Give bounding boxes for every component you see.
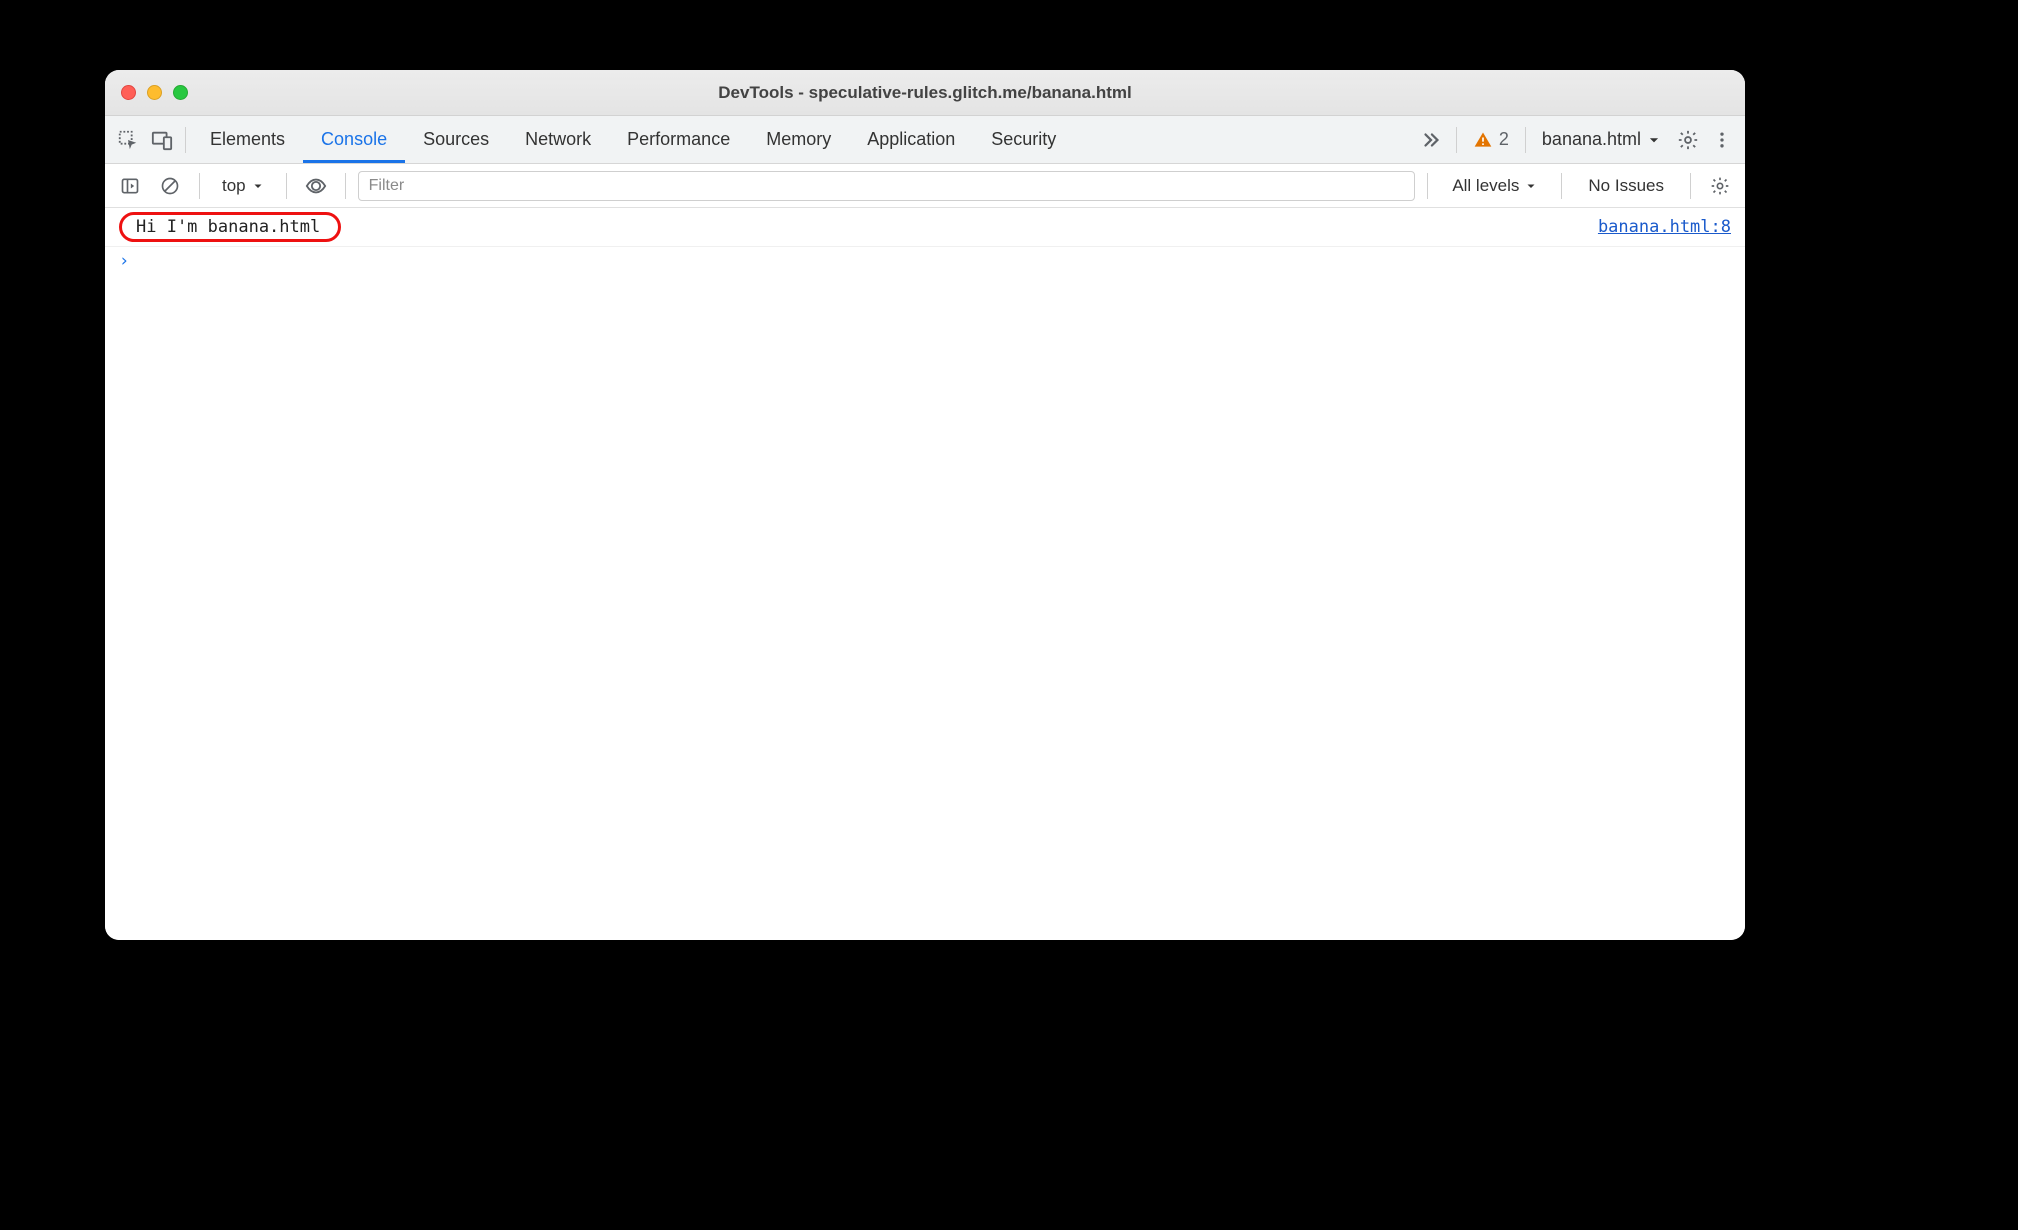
issues-label: No Issues [1588,176,1664,195]
divider [1456,127,1457,153]
chevron-down-icon [1525,180,1537,192]
tab-security[interactable]: Security [973,116,1074,163]
window-close-button[interactable] [121,85,136,100]
window-zoom-button[interactable] [173,85,188,100]
traffic-lights [121,85,188,100]
kebab-menu-icon[interactable] [1705,123,1739,157]
device-toolbar-icon[interactable] [145,123,179,157]
divider [1525,127,1526,153]
more-tabs-button[interactable] [1420,129,1442,151]
warning-count: 2 [1499,129,1509,150]
titlebar: DevTools - speculative-rules.glitch.me/b… [105,70,1745,116]
console-prompt[interactable]: › [105,247,1745,275]
devtools-window: DevTools - speculative-rules.glitch.me/b… [105,70,1745,940]
target-page-label: banana.html [1542,129,1641,150]
tab-label: Sources [423,129,489,150]
divider [286,173,287,199]
console-log-message: Hi I'm banana.html [119,212,341,242]
tab-application[interactable]: Application [849,116,973,163]
divider [345,173,346,199]
issues-indicator[interactable]: No Issues [1574,176,1678,196]
tab-label: Console [321,129,387,150]
log-levels-selector[interactable]: All levels [1440,176,1549,196]
window-minimize-button[interactable] [147,85,162,100]
console-log-source-link[interactable]: banana.html:8 [1598,217,1731,237]
filter-input[interactable] [358,171,1416,201]
chevron-down-icon [1647,133,1661,147]
divider [185,127,186,153]
levels-label: All levels [1452,176,1519,196]
live-expression-icon[interactable] [299,169,333,203]
divider [1690,173,1691,199]
prompt-chevron-icon: › [119,251,129,271]
tab-performance[interactable]: Performance [609,116,748,163]
tab-label: Application [867,129,955,150]
tab-elements[interactable]: Elements [192,116,303,163]
warnings-indicator[interactable]: 2 [1473,129,1509,150]
tab-console[interactable]: Console [303,116,405,163]
clear-console-icon[interactable] [153,169,187,203]
inspect-element-icon[interactable] [111,123,145,157]
toggle-sidebar-icon[interactable] [113,169,147,203]
console-toolbar: top All levels No Issues [105,164,1745,208]
tab-sources[interactable]: Sources [405,116,507,163]
divider [1561,173,1562,199]
tab-memory[interactable]: Memory [748,116,849,163]
chevron-down-icon [252,180,264,192]
tab-label: Elements [210,129,285,150]
context-label: top [222,176,246,196]
tab-label: Memory [766,129,831,150]
divider [199,173,200,199]
panel-tabs: Elements Console Sources Network Perform… [192,116,1074,163]
tab-label: Network [525,129,591,150]
tab-network[interactable]: Network [507,116,609,163]
target-page-selector[interactable]: banana.html [1542,129,1661,150]
tab-label: Security [991,129,1056,150]
divider [1427,173,1428,199]
window-title: DevTools - speculative-rules.glitch.me/b… [105,83,1745,103]
panel-tabstrip: Elements Console Sources Network Perform… [105,116,1745,164]
console-log-row[interactable]: Hi I'm banana.html banana.html:8 [105,208,1745,247]
warning-icon [1473,130,1493,150]
tab-label: Performance [627,129,730,150]
console-settings-icon[interactable] [1703,169,1737,203]
console-output[interactable]: Hi I'm banana.html banana.html:8 › [105,208,1745,940]
execution-context-selector[interactable]: top [212,176,274,196]
settings-icon[interactable] [1671,123,1705,157]
